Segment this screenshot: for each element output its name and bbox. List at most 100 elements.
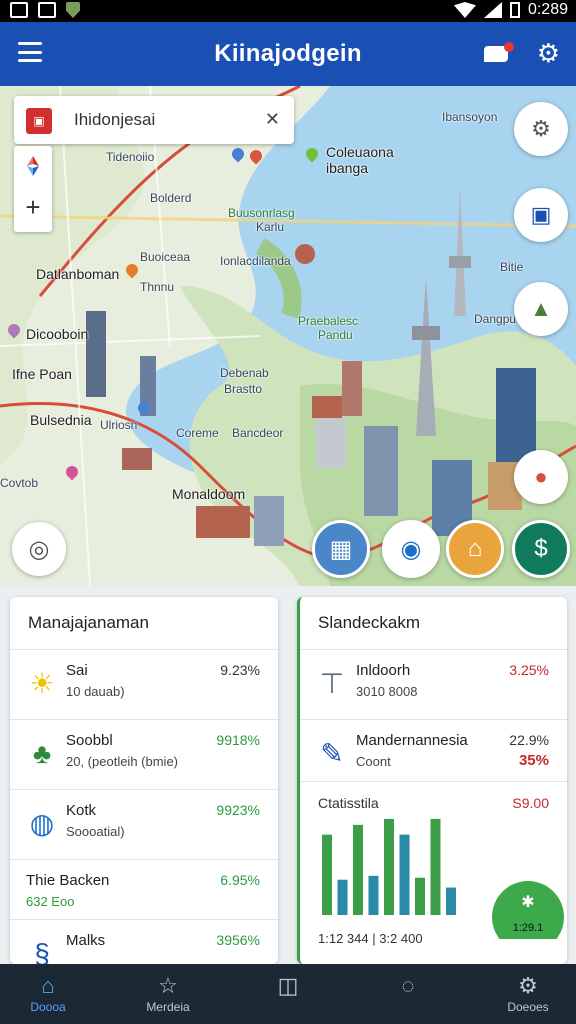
chart-bar [322,834,332,915]
my-location-button[interactable]: ◎ [12,522,66,576]
nav-chat[interactable]: ◌ [368,964,448,1024]
map-label: Ifne Poan [12,366,72,382]
map-label: Covtob [0,476,39,490]
tool-icon: ✎ [320,738,344,769]
map-label: Praebalesc [298,314,359,328]
list-item[interactable]: ♣ Soobbl 20, (peotleih (bmie) 9918% [10,719,278,789]
map-label: Thnnu [140,280,175,294]
terrain-view-button[interactable]: ▲ [514,282,568,336]
settings-gear-icon[interactable]: ⚙ [537,40,560,66]
shield-icon [66,2,80,18]
item-sub: 632 Eoo [26,894,75,909]
chart-bar [430,818,441,915]
bottom-navigation: ⌂ Doooa ☆ Merdeia ◫ ◌ ⚙ Doeoes [0,964,576,1024]
stats-title: Ctatisstila [318,795,379,811]
map-label: Datlanboman [36,266,120,282]
item-value: 9923% [216,802,260,818]
map-label: Dangpu [474,312,517,326]
divider [300,781,567,782]
badge-value: 1:29.1 [513,922,544,934]
map-search-text: Ihidonjesai [74,110,156,129]
signal-icon [483,2,502,18]
item-sub: 20, (peotleih (bmie) [66,754,178,769]
nav-bag[interactable]: ◫ [248,964,328,1024]
notification-icon[interactable] [484,42,514,64]
map-label: Bulsednia [30,412,92,428]
map-label: Ibansoyon [442,110,498,124]
nav-label: Doooa [30,1000,66,1014]
item-name: Malks [66,932,106,949]
status-time: 0:289 [527,1,568,18]
stats-value: S9.00 [512,795,549,811]
app-bar: Kiinajodgein ⚙ [0,22,576,86]
compass-icon[interactable] [26,156,40,176]
map-label: Debenab [220,366,269,380]
map-view[interactable]: Bolderd Coleuaona ibanga Ibansoyon Tiden… [0,86,576,586]
chart-bar [415,877,425,915]
list-item[interactable]: ⊤ Inldoorh 3010 8008 3.25% [300,649,567,719]
list-item[interactable]: ◍ Kotk Soooatial) 9923% [10,789,278,859]
location-settings-button[interactable]: ⚙ [514,102,568,156]
chart-bar [368,875,379,915]
item-name: Mandernannesia [356,732,468,749]
poi-city-button[interactable]: ▦ [312,520,370,578]
bag-icon: ◫ [277,973,299,998]
nav-label: Merdeia [146,1000,190,1014]
map-label: Coreme [176,426,219,440]
chart-bar [384,818,394,915]
chart-bar [399,834,410,915]
item-name: Soobbl [66,732,113,749]
item-name: Sai [66,662,88,679]
nav-home[interactable]: ⌂ Doooa [8,964,88,1024]
poi-marker-button[interactable]: ● [514,450,568,504]
map-label: Dicooboin [26,326,89,342]
list-item[interactable]: ☀ Sai 10 dauab) 9.23% [10,649,278,719]
right-stats-card: Slandeckakm ⊤ Inldoorh 3010 8008 3.25% ✎… [297,597,567,964]
poi-transit-button[interactable]: ◉ [382,520,440,578]
nav-favorites[interactable]: ☆ Merdeia [128,964,208,1024]
left-stats-card: Manajajanaman ☀ Sai 10 dauab) 9.23% ♣ So… [10,597,278,964]
poi-currency-button[interactable]: $ [512,520,570,578]
photo-icon [10,2,28,18]
chart-axis-label: 1:12 344 | 3:2 400 [318,931,423,946]
close-icon[interactable]: ✕ [265,109,280,130]
swirl-icon: § [34,938,50,964]
item-sub: 3010 8008 [356,684,418,699]
zoom-control: + [14,146,52,232]
stats-bar-chart: ✱ 1:29.1 [322,818,564,939]
item-value: 6.95% [220,872,260,888]
wifi-icon [453,2,476,18]
nav-label: Doeoes [507,1000,549,1014]
tower-icon: ⊤ [319,668,345,699]
list-item[interactable]: § Malks 3956% [10,919,278,964]
list-item[interactable]: ✎ Mandernannesia Coont 22.9% 35% [300,719,567,789]
map-label: Karlu [256,220,285,234]
item-value: 3956% [216,932,260,948]
map-search-box[interactable]: ▣ Ihidonjesai ✕ [14,96,294,144]
star-icon: ☆ [158,973,178,998]
sun-icon: ☀ [29,668,55,699]
item-sub: 10 dauab) [66,684,125,699]
map-label: Ulriosn [100,418,138,432]
gear-icon: ⚙ [518,973,538,998]
nav-settings[interactable]: ⚙ Doeoes [488,964,568,1024]
card-title: Slandeckakm [318,613,421,632]
item-value-secondary: 35% [518,752,549,769]
flag-icon: ▣ [26,108,52,134]
home-icon: ⌂ [41,973,55,998]
zoom-in-button[interactable]: + [14,194,52,220]
item-sub: Soooatial) [66,824,125,839]
battery-icon [509,2,520,18]
item-name: Inldoorh [356,662,411,679]
image-icon [38,2,56,18]
chart-bar [337,879,348,915]
item-value: 3.25% [509,662,549,678]
map-label: Coleuaona [326,144,394,160]
poi-temple-button[interactable]: ⌂ [446,520,504,578]
balloon-icon: ◍ [29,808,55,839]
layers-button[interactable]: ▣ [514,188,568,242]
item-sub: Coont [356,754,391,769]
item-value: 9918% [216,732,260,748]
map-label: Ionlacdilanda [220,254,291,268]
chart-bar [353,824,363,915]
